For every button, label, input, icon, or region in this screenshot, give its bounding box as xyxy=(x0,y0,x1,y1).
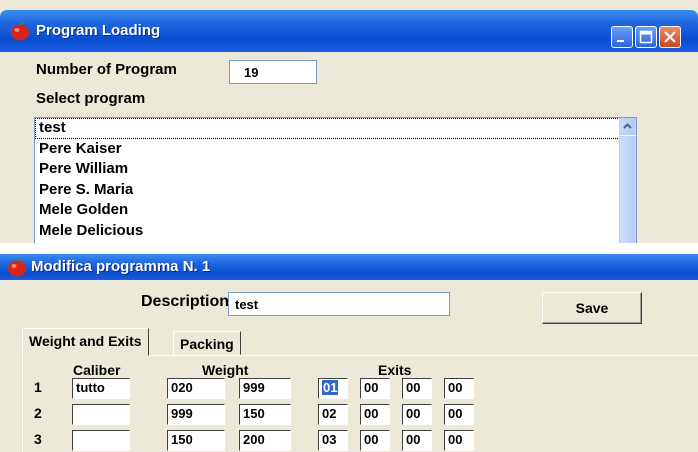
row-number: 1 xyxy=(34,379,42,395)
apple-icon xyxy=(8,258,26,277)
window-title: Modifica programma N. 1 xyxy=(31,258,211,275)
weight-min-field[interactable]: 020 xyxy=(167,378,225,399)
title-bar[interactable]: Modifica programma N. 1 xyxy=(0,254,698,280)
weight-max-field[interactable]: 150 xyxy=(239,404,291,425)
list-item[interactable]: test xyxy=(35,118,636,139)
edit-program-window: Modifica programma N. 1 Description test… xyxy=(0,254,698,452)
list-item[interactable]: Pere S. Maria xyxy=(35,180,636,201)
scroll-up-button[interactable] xyxy=(619,118,636,135)
exit-field[interactable]: 00 xyxy=(402,378,432,399)
scroll-thumb[interactable] xyxy=(619,136,636,243)
exits-header: Exits xyxy=(378,362,412,378)
caliber-field[interactable] xyxy=(72,430,130,451)
list-item[interactable]: Pere William xyxy=(35,159,636,180)
row-number: 3 xyxy=(34,431,42,447)
exit-field[interactable]: 00 xyxy=(402,404,432,425)
list-item[interactable]: Mele Delicious xyxy=(35,221,636,242)
row-number: 2 xyxy=(34,405,42,421)
number-of-program-field[interactable]: 19 xyxy=(229,60,317,84)
description-field[interactable]: test xyxy=(228,292,450,316)
list-scrollbar[interactable] xyxy=(619,118,636,243)
list-item[interactable]: Mele Golden xyxy=(35,200,636,221)
weight-min-field[interactable]: 999 xyxy=(167,404,225,425)
title-bar[interactable]: Program Loading xyxy=(0,10,698,52)
exit-field[interactable]: 02 xyxy=(318,404,348,425)
exit-value: 01 xyxy=(322,380,339,395)
exit-field[interactable]: 00 xyxy=(360,430,390,451)
chevron-up-icon xyxy=(623,123,632,129)
weight-header: Weight xyxy=(202,362,249,378)
exit-field[interactable]: 00 xyxy=(402,430,432,451)
tab-packing[interactable]: Packing xyxy=(173,331,241,355)
background-strip xyxy=(0,0,698,10)
select-program-label: Select program xyxy=(36,90,146,107)
maximize-icon xyxy=(639,30,653,44)
list-item[interactable]: Pere Kaiser xyxy=(35,139,636,160)
caliber-field[interactable] xyxy=(72,404,130,425)
close-button[interactable] xyxy=(659,26,681,48)
program-loading-window: Program Loading Number of Program 19 Sel… xyxy=(0,0,698,243)
caliber-field[interactable]: tutto xyxy=(72,378,130,399)
minimize-icon xyxy=(617,40,624,42)
weight-min-field[interactable]: 150 xyxy=(167,430,225,451)
exit-field[interactable]: 03 xyxy=(318,430,348,451)
save-button[interactable]: Save xyxy=(542,292,642,324)
weight-max-field[interactable]: 200 xyxy=(239,430,291,451)
exit-field[interactable]: 01 xyxy=(318,378,348,399)
exit-field[interactable]: 00 xyxy=(444,378,474,399)
weight-max-field[interactable]: 999 xyxy=(239,378,291,399)
exit-field[interactable]: 00 xyxy=(360,378,390,399)
maximize-button[interactable] xyxy=(635,26,657,48)
description-label: Description xyxy=(141,293,230,310)
close-icon xyxy=(664,31,676,43)
program-list[interactable]: test Pere Kaiser Pere William Pere S. Ma… xyxy=(34,117,637,243)
exit-field[interactable]: 00 xyxy=(360,404,390,425)
caliber-header: Caliber xyxy=(73,362,121,378)
exit-field[interactable]: 00 xyxy=(444,404,474,425)
apple-icon xyxy=(11,22,29,41)
exit-field[interactable]: 00 xyxy=(444,430,474,451)
minimize-button[interactable] xyxy=(611,26,633,48)
tab-weight-and-exits[interactable]: Weight and Exits xyxy=(22,328,149,356)
window-title: Program Loading xyxy=(36,22,161,39)
number-of-program-label: Number of Program xyxy=(36,61,177,78)
